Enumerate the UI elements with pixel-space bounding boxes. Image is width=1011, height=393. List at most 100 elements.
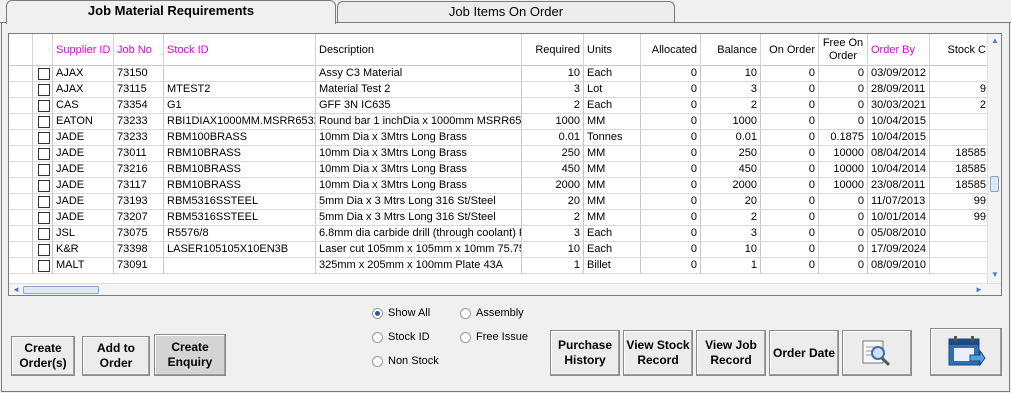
row-indicator [9, 210, 33, 226]
table-cell: 20 [522, 194, 584, 210]
radio-assembly[interactable]: Assembly [460, 307, 524, 319]
row-checkbox[interactable] [38, 260, 50, 272]
table-cell: 3 [522, 226, 584, 242]
row-checkbox[interactable] [38, 132, 50, 144]
table-cell [164, 66, 316, 82]
table-cell: 10/04/2015 [868, 130, 930, 146]
table-row[interactable]: EATON 73233 RBI1DIAX1000MM.MSRR6532 Round b… [9, 114, 1001, 130]
table-cell: MM [584, 114, 641, 130]
row-checkbox[interactable] [38, 68, 50, 80]
table-cell: 0.01 [522, 130, 584, 146]
row-checkbox[interactable] [38, 228, 50, 240]
radio-label: Show All [388, 307, 431, 319]
row-checkbox[interactable] [38, 180, 50, 192]
radio-show-all[interactable]: Show All [372, 307, 430, 319]
row-checkbox[interactable] [38, 84, 50, 96]
scroll-left-arrow-icon[interactable]: ◄ [12, 285, 20, 294]
view-stock-record-button[interactable]: View Stock Record [623, 330, 693, 376]
row-checkbox[interactable] [38, 116, 50, 128]
row-checkbox[interactable] [38, 100, 50, 112]
column-header[interactable]: Description [316, 34, 522, 66]
table-cell: JADE [53, 130, 114, 146]
table-cell [164, 258, 316, 274]
scroll-down-arrow-icon[interactable]: ▼ [991, 270, 999, 279]
row-indicator [9, 82, 33, 98]
table-cell: Each [584, 66, 641, 82]
table-cell: Each [584, 242, 641, 258]
radio-non-stock[interactable]: Non Stock [372, 355, 439, 367]
table-cell: 10 [522, 242, 584, 258]
radio-label: Stock ID [388, 331, 430, 343]
column-header[interactable]: Order By [868, 34, 930, 66]
radio-free-issue[interactable]: Free Issue [460, 331, 528, 343]
table-row[interactable]: JADE 73117 RBM10BRASS 10mm Dia x 3Mtrs Long… [9, 178, 1001, 194]
view-job-record-button[interactable]: View Job Record [696, 330, 766, 376]
table-cell: 0 [641, 258, 701, 274]
create-enquiry-button[interactable]: Create Enquiry [154, 334, 226, 376]
table-row[interactable]: JADE 73233 RBM100BRASS 10mm Dia x 3Mtrs Lon… [9, 130, 1001, 146]
table-row[interactable]: K&R 73398 LASER105105X10EN3B Laser cut 105m… [9, 242, 1001, 258]
table-row[interactable]: JADE 73011 RBM10BRASS 10mm Dia x 3Mtrs Long… [9, 146, 1001, 162]
column-header[interactable]: Stock ID [164, 34, 316, 66]
horizontal-scrollbar[interactable]: ◄ ► [9, 283, 1001, 295]
radio-label: Non Stock [388, 355, 439, 367]
table-cell: 5mm Dia x 3 Mtrs Long 316 St/Steel [316, 194, 522, 210]
table-cell: 23/08/2011 [868, 178, 930, 194]
column-header[interactable]: Free On Order [819, 34, 868, 66]
column-header[interactable]: Allocated [641, 34, 701, 66]
table-cell: 3 [701, 82, 761, 98]
scroll-up-arrow-icon[interactable]: ▲ [991, 36, 999, 45]
radio-stock-id[interactable]: Stock ID [372, 331, 430, 343]
column-header[interactable]: Stock C [930, 34, 990, 66]
column-header[interactable]: Balance [701, 34, 761, 66]
column-header[interactable]: Job No [114, 34, 164, 66]
table-cell: 0 [641, 242, 701, 258]
table-cell: MALT [53, 258, 114, 274]
horizontal-scroll-thumb[interactable] [23, 286, 99, 294]
table-cell: CAS [53, 98, 114, 114]
table-row[interactable]: CAS 73354 G1 GFF 3N IC635 2 Each 0 2 0 0 30/03/202… [9, 98, 1001, 114]
row-checkbox[interactable] [38, 212, 50, 224]
table-row[interactable]: JSL 73075 R5576/8 6.8mm dia carbide drill (… [9, 226, 1001, 242]
table-cell: Each [584, 98, 641, 114]
table-cell: Material Test 2 [316, 82, 522, 98]
order-date-button[interactable]: Order Date [769, 330, 839, 376]
tab-job-material-requirements[interactable]: Job Material Requirements [6, 0, 336, 24]
column-header[interactable]: Required [522, 34, 584, 66]
table-cell: MM [584, 194, 641, 210]
column-header[interactable]: On Order [761, 34, 819, 66]
add-to-order-button[interactable]: Add to Order [82, 336, 150, 376]
column-header[interactable]: Supplier ID [53, 34, 114, 66]
table-row[interactable]: AJAX 73150 Assy C3 Material 10 Each 0 10 0 0 03/0… [9, 66, 1001, 82]
table-cell: 73115 [114, 82, 164, 98]
table-row[interactable]: JADE 73216 RBM10BRASS 10mm Dia x 3Mtrs Long… [9, 162, 1001, 178]
table-row[interactable]: MALT 73091 325mm x 205mm x 100mm Plate 43A… [9, 258, 1001, 274]
table-row[interactable]: JADE 73193 RBM5316SSTEEL 5mm Dia x 3 Mtrs L… [9, 194, 1001, 210]
materials-grid[interactable]: Supplier ID Job No Stock ID Description Requ… [8, 33, 1002, 296]
tab-job-items-on-order[interactable]: Job Items On Order [337, 1, 675, 23]
search-button[interactable] [842, 330, 912, 376]
create-orders-button[interactable]: Create Order(s) [11, 336, 75, 376]
row-checkbox[interactable] [38, 244, 50, 256]
table-cell: 30/03/2021 [868, 98, 930, 114]
column-header[interactable]: Units [584, 34, 641, 66]
vertical-scroll-thumb[interactable] [990, 176, 999, 192]
table-row[interactable]: JADE 73207 RBM5316SSTEEL 5mm Dia x 3 Mtrs L… [9, 210, 1001, 226]
row-checkbox[interactable] [38, 164, 50, 176]
row-checkbox[interactable] [38, 148, 50, 160]
purchase-history-button[interactable]: Purchase History [550, 330, 620, 376]
table-row[interactable]: AJAX 73115 MTEST2 Material Test 2 3 Lot 0 3 0 0 28… [9, 82, 1001, 98]
table-cell: K&R [53, 242, 114, 258]
row-indicator [9, 258, 33, 274]
table-cell: 2 [522, 210, 584, 226]
table-cell: 2 [701, 98, 761, 114]
table-cell [930, 130, 990, 146]
table-cell: 0 [761, 114, 819, 130]
exit-button[interactable] [930, 328, 1002, 376]
scroll-right-arrow-icon[interactable]: ► [975, 285, 983, 294]
vertical-scrollbar[interactable]: ▲ ▼ [987, 34, 1001, 284]
table-cell: 10/01/2014 [868, 210, 930, 226]
table-cell: 2 [522, 98, 584, 114]
table-cell: JADE [53, 146, 114, 162]
row-checkbox[interactable] [38, 196, 50, 208]
